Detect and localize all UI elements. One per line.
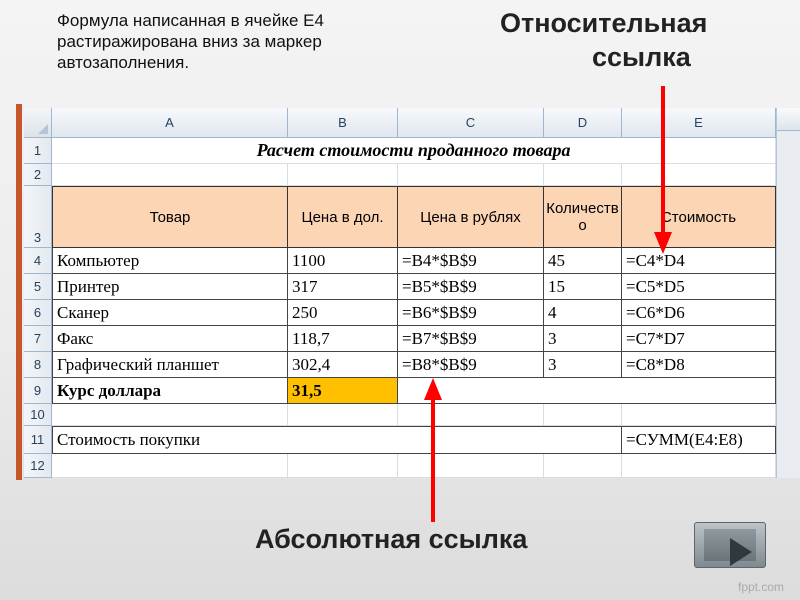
cell-b8[interactable]: 302,4	[288, 352, 398, 378]
scroll-up-button[interactable]	[777, 108, 800, 131]
column-header-a[interactable]: A	[52, 108, 288, 138]
cell-b10[interactable]	[288, 404, 398, 426]
cell-b12[interactable]	[288, 454, 398, 478]
row-header-1[interactable]: 1	[24, 138, 52, 164]
row-header-6[interactable]: 6	[24, 300, 52, 326]
cell-a7[interactable]: Факс	[52, 326, 288, 352]
cell-e10[interactable]	[622, 404, 776, 426]
next-button-face	[704, 529, 756, 566]
cell-a2[interactable]	[52, 164, 288, 186]
cell-b6[interactable]: 250	[288, 300, 398, 326]
cell-d7[interactable]: 3	[544, 326, 622, 352]
vertical-scrollbar[interactable]	[776, 108, 800, 478]
column-header-e[interactable]: E	[622, 108, 776, 138]
accent-bar	[16, 104, 22, 480]
row-header-5[interactable]: 5	[24, 274, 52, 300]
cell-c7[interactable]: =B7*$B$9	[398, 326, 544, 352]
cell-b9-rate-value[interactable]: 31,5	[288, 378, 398, 404]
cell-a12[interactable]	[52, 454, 288, 478]
cell-c12[interactable]	[398, 454, 544, 478]
select-all-corner[interactable]	[24, 108, 52, 138]
cell-e12[interactable]	[622, 454, 776, 478]
cell-c6[interactable]: =B6*$B$9	[398, 300, 544, 326]
header-cell-cost[interactable]: Стоимость	[622, 186, 776, 248]
header-cell-price-usd[interactable]: Цена в дол.	[288, 186, 398, 248]
cell-d10[interactable]	[544, 404, 622, 426]
cell-b4[interactable]: 1100	[288, 248, 398, 274]
row-header-9[interactable]: 9	[24, 378, 52, 404]
cell-a4[interactable]: Компьютер	[52, 248, 288, 274]
spreadsheet: A B C D E 1 2 3 4 5 6 7 8 9 10 11 12 Рас…	[24, 108, 800, 478]
next-slide-button[interactable]	[694, 522, 766, 568]
cell-e11-total-formula[interactable]: =СУММ(E4:E8)	[622, 426, 776, 454]
relative-reference-title: Относительная ссылка	[500, 6, 760, 74]
cell-e5[interactable]: =C5*D5	[622, 274, 776, 300]
column-header-d[interactable]: D	[544, 108, 622, 138]
cell-c2[interactable]	[398, 164, 544, 186]
cell-a5[interactable]: Принтер	[52, 274, 288, 300]
cell-c4[interactable]: =B4*$B$9	[398, 248, 544, 274]
cell-d12[interactable]	[544, 454, 622, 478]
cell-d8[interactable]: 3	[544, 352, 622, 378]
relative-arrow-head	[654, 232, 672, 254]
absolute-reference-title: Абсолютная ссылка	[255, 524, 528, 554]
watermark: fppt.com	[738, 580, 785, 594]
slide-description: Формула написанная в ячейке Е4 растиражи…	[57, 11, 324, 72]
cell-a11-total-label[interactable]: Стоимость покупки	[52, 426, 622, 454]
cell-d4[interactable]: 45	[544, 248, 622, 274]
cell-a8[interactable]: Графический планшет	[52, 352, 288, 378]
cell-e7[interactable]: =C7*D7	[622, 326, 776, 352]
cell-c9-e9[interactable]	[398, 378, 776, 404]
cell-d2[interactable]	[544, 164, 622, 186]
row-header-7[interactable]: 7	[24, 326, 52, 352]
header-cell-product[interactable]: Товар	[52, 186, 288, 248]
play-arrow-icon	[730, 538, 752, 566]
cell-b5[interactable]: 317	[288, 274, 398, 300]
row-header-12[interactable]: 12	[24, 454, 52, 478]
row-header-8[interactable]: 8	[24, 352, 52, 378]
sheet-title-cell[interactable]: Расчет стоимости проданного товара	[52, 138, 776, 164]
cell-a6[interactable]: Сканер	[52, 300, 288, 326]
row-header-4[interactable]: 4	[24, 248, 52, 274]
relative-title-line1: Относительная	[500, 8, 708, 38]
header-cell-price-rub[interactable]: Цена в рублях	[398, 186, 544, 248]
row-header-2[interactable]: 2	[24, 164, 52, 186]
column-header-c[interactable]: C	[398, 108, 544, 138]
row-header-3[interactable]: 3	[24, 186, 52, 248]
cell-c8[interactable]: =B8*$B$9	[398, 352, 544, 378]
row-header-11[interactable]: 11	[24, 426, 52, 454]
cell-c5[interactable]: =B5*$B$9	[398, 274, 544, 300]
column-header-b[interactable]: B	[288, 108, 398, 138]
cell-d5[interactable]: 15	[544, 274, 622, 300]
cell-b2[interactable]	[288, 164, 398, 186]
row-header-10[interactable]: 10	[24, 404, 52, 426]
cell-e8[interactable]: =C8*D8	[622, 352, 776, 378]
relative-arrow-shaft	[661, 86, 665, 234]
cell-c10[interactable]	[398, 404, 544, 426]
cell-a9-rate-label[interactable]: Курс доллара	[52, 378, 288, 404]
absolute-arrow-head	[424, 378, 442, 400]
header-cell-quantity[interactable]: Количество	[544, 186, 622, 248]
relative-title-line2: ссылка	[592, 42, 691, 72]
cell-e6[interactable]: =C6*D6	[622, 300, 776, 326]
cell-e2[interactable]	[622, 164, 776, 186]
cell-b7[interactable]: 118,7	[288, 326, 398, 352]
absolute-arrow-shaft	[431, 398, 435, 522]
cell-d6[interactable]: 4	[544, 300, 622, 326]
cell-e4[interactable]: =C4*D4	[622, 248, 776, 274]
cell-a10[interactable]	[52, 404, 288, 426]
